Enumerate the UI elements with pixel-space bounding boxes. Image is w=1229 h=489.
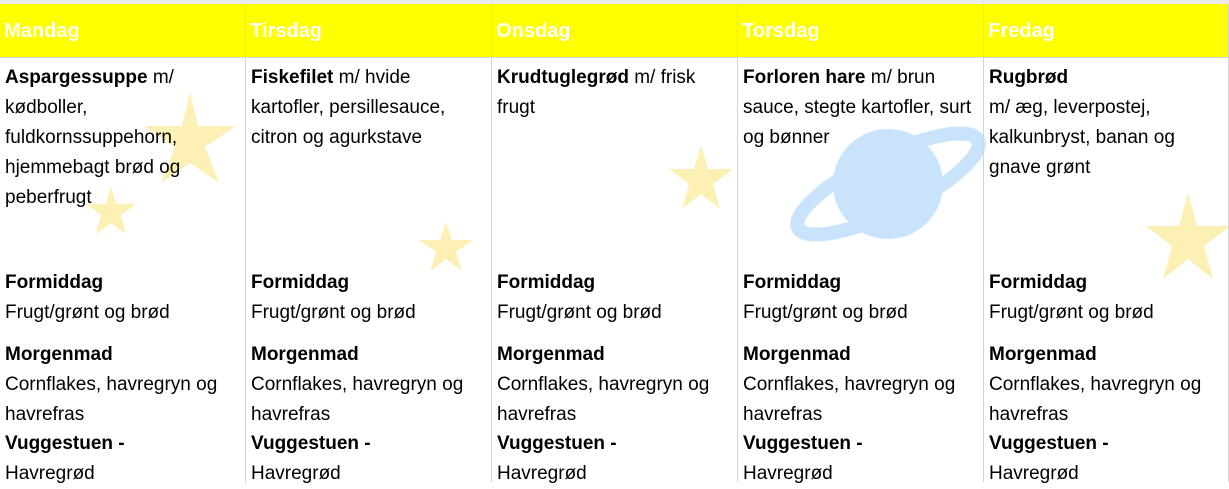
- formiddag-title: Formiddag: [989, 272, 1088, 293]
- day-column-torsdag: Torsdag Forloren hare m/ brun sauce, ste…: [738, 4, 984, 484]
- morgenmad-block: Morgenmad Cornflakes, havregryn og havre…: [497, 340, 733, 430]
- lunch-text: Forloren hare m/ brun sauce, stegte kart…: [743, 63, 979, 153]
- vuggestuen-text: Havregrød: [497, 463, 587, 484]
- lunch-dish: Fiskefilet: [251, 67, 334, 88]
- day-header: Onsdag: [492, 4, 737, 58]
- lunch-text: Krudtuglegrød m/ frisk frugt: [497, 63, 733, 123]
- vuggestuen-text: Havregrød: [251, 463, 341, 484]
- vuggestuen-title: Vuggestuen -: [989, 433, 1109, 454]
- vuggestuen-block: Vuggestuen - Havregrød: [497, 429, 733, 489]
- day-column-onsdag: Onsdag Krudtuglegrød m/ frisk frugt Form…: [492, 4, 738, 484]
- morgenmad-text: Cornflakes, havregryn og havrefras: [5, 374, 218, 425]
- weekly-menu: Mandag Aspargessuppe m/ kødboller, fuldk…: [0, 4, 1229, 484]
- morgenmad-text: Cornflakes, havregryn og havrefras: [251, 374, 464, 425]
- vuggestuen-block: Vuggestuen - Havregrød: [743, 429, 979, 489]
- morgenmad-text: Cornflakes, havregryn og havrefras: [497, 374, 710, 425]
- vuggestuen-title: Vuggestuen -: [5, 433, 125, 454]
- morgenmad-text: Cornflakes, havregryn og havrefras: [743, 374, 956, 425]
- formiddag-title: Formiddag: [497, 272, 596, 293]
- morgenmad-text: Cornflakes, havregryn og havrefras: [989, 374, 1202, 425]
- formiddag-title: Formiddag: [743, 272, 842, 293]
- day-header: Fredag: [984, 4, 1228, 58]
- day-header: Mandag: [0, 4, 245, 58]
- vuggestuen-text: Havregrød: [743, 463, 833, 484]
- formiddag-text: Frugt/grønt og brød: [5, 302, 170, 323]
- day-header: Tirsdag: [246, 4, 491, 58]
- morgenmad-title: Morgenmad: [251, 344, 359, 365]
- formiddag-block: Formiddag Frugt/grønt og brød: [743, 268, 979, 328]
- vuggestuen-title: Vuggestuen -: [497, 433, 617, 454]
- vuggestuen-title: Vuggestuen -: [251, 433, 371, 454]
- lunch-sides: m/ æg, leverpostej, kalkunbryst, banan o…: [989, 97, 1175, 178]
- formiddag-block: Formiddag Frugt/grønt og brød: [5, 268, 241, 328]
- vuggestuen-text: Havregrød: [5, 463, 95, 484]
- vuggestuen-text: Havregrød: [989, 463, 1079, 484]
- day-column-fredag: Fredag Rugbrød m/ æg, leverpostej, kalkun…: [984, 4, 1229, 484]
- morgenmad-title: Morgenmad: [5, 344, 113, 365]
- lunch-dish: Krudtuglegrød: [497, 67, 629, 88]
- lunch-text: Fiskefilet m/ hvide kartofler, persilles…: [251, 63, 487, 153]
- morgenmad-block: Morgenmad Cornflakes, havregryn og havre…: [743, 340, 979, 430]
- morgenmad-title: Morgenmad: [743, 344, 851, 365]
- formiddag-text: Frugt/grønt og brød: [989, 302, 1154, 323]
- morgenmad-block: Morgenmad Cornflakes, havregryn og havre…: [251, 340, 487, 430]
- formiddag-block: Formiddag Frugt/grønt og brød: [989, 268, 1225, 328]
- formiddag-block: Formiddag Frugt/grønt og brød: [497, 268, 733, 328]
- morgenmad-title: Morgenmad: [989, 344, 1097, 365]
- lunch-text: Rugbrød m/ æg, leverpostej, kalkunbryst, …: [989, 63, 1225, 183]
- formiddag-title: Formiddag: [251, 272, 350, 293]
- vuggestuen-block: Vuggestuen - Havregrød: [5, 429, 241, 489]
- vuggestuen-block: Vuggestuen - Havregrød: [251, 429, 487, 489]
- formiddag-text: Frugt/grønt og brød: [743, 302, 908, 323]
- vuggestuen-block: Vuggestuen - Havregrød: [989, 429, 1225, 489]
- lunch-sides: m/ kødboller, fuldkornssuppehorn, hjemme…: [5, 67, 181, 208]
- morgenmad-title: Morgenmad: [497, 344, 605, 365]
- formiddag-text: Frugt/grønt og brød: [251, 302, 416, 323]
- formiddag-block: Formiddag Frugt/grønt og brød: [251, 268, 487, 328]
- lunch-text: Aspargessuppe m/ kødboller, fuldkornssup…: [5, 63, 241, 213]
- day-column-tirsdag: Tirsdag Fiskefilet m/ hvide kartofler, p…: [246, 4, 492, 484]
- morgenmad-block: Morgenmad Cornflakes, havregryn og havre…: [989, 340, 1225, 430]
- lunch-dish: Aspargessuppe: [5, 67, 148, 88]
- vuggestuen-title: Vuggestuen -: [743, 433, 863, 454]
- day-column-mandag: Mandag Aspargessuppe m/ kødboller, fuldk…: [0, 4, 246, 484]
- formiddag-text: Frugt/grønt og brød: [497, 302, 662, 323]
- morgenmad-block: Morgenmad Cornflakes, havregryn og havre…: [5, 340, 241, 430]
- day-header: Torsdag: [738, 4, 983, 58]
- formiddag-title: Formiddag: [5, 272, 104, 293]
- lunch-dish: Forloren hare: [743, 67, 866, 88]
- lunch-dish: Rugbrød: [989, 67, 1069, 88]
